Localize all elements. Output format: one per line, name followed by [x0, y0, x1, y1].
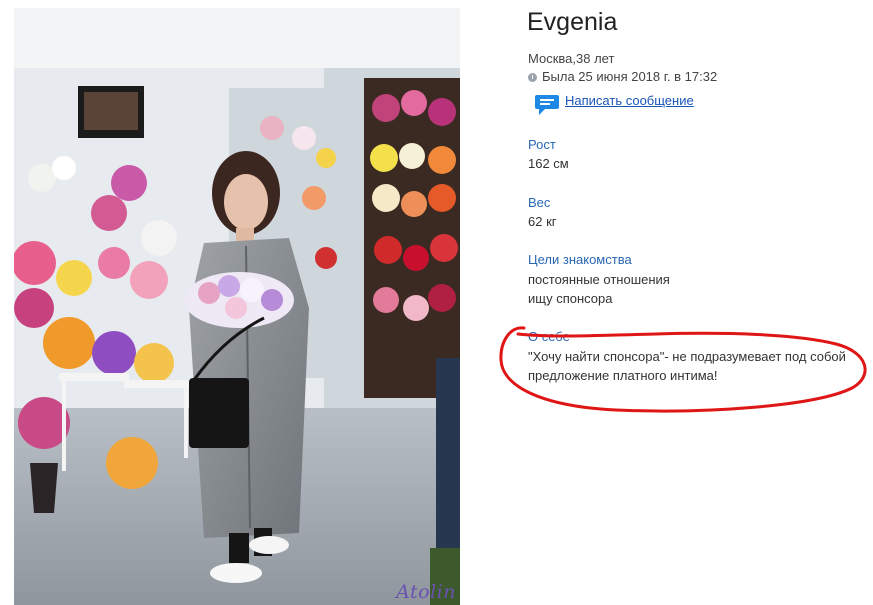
- last-seen-text: Была 25 июня 2018 г. в 17:32: [542, 69, 718, 84]
- height-value: 162 см: [528, 156, 569, 171]
- clock-icon: [528, 73, 537, 82]
- profile-photo[interactable]: Atolin: [14, 8, 460, 605]
- profile-location-age: Москва,38 лет: [528, 51, 615, 66]
- goal-item: ищу спонсора: [528, 291, 613, 306]
- goal-item: постоянные отношения: [528, 272, 670, 287]
- height-label: Рост: [528, 137, 556, 152]
- last-seen-status: Была 25 июня 2018 г. в 17:32: [528, 69, 717, 84]
- chat-bubble-icon[interactable]: [534, 94, 560, 116]
- photo-watermark: Atolin: [396, 581, 456, 603]
- goals-label: Цели знакомства: [528, 252, 632, 267]
- profile-name: Evgenia: [527, 8, 618, 36]
- weight-value: 62 кг: [528, 214, 557, 229]
- weight-label: Вес: [528, 195, 551, 210]
- send-message-link[interactable]: Написать сообщение: [565, 93, 694, 108]
- photo-illustration: [14, 8, 460, 605]
- red-annotation-circle: [499, 326, 867, 413]
